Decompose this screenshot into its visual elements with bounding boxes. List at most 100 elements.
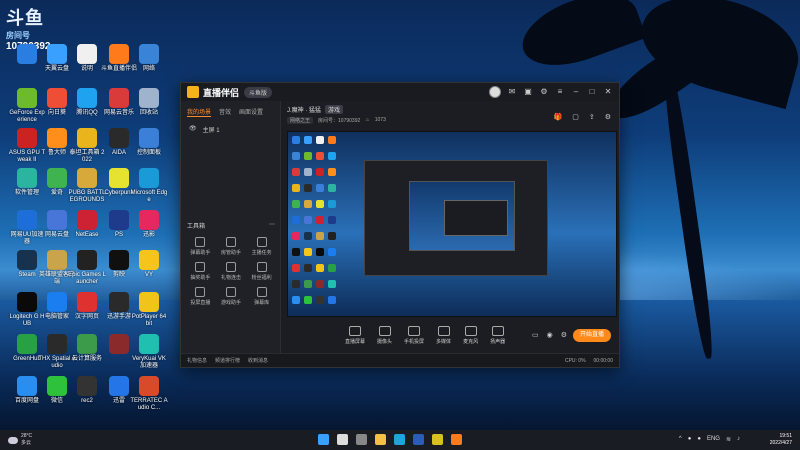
settings-icon[interactable]: ⚙ (539, 87, 549, 97)
douyu-icon[interactable] (451, 434, 462, 445)
menu-icon[interactable]: ≡ (555, 87, 565, 97)
preview-mini-icon (292, 296, 300, 304)
room-title[interactable]: J.魔神 · 猛猛 (287, 105, 321, 114)
windows-start-icon[interactable] (318, 434, 329, 445)
gear-icon[interactable]: ⚙ (561, 331, 567, 339)
camera-icon[interactable]: ▭ (532, 331, 539, 339)
message-icon[interactable]: ✉ (507, 87, 517, 97)
preview-mini-icon (304, 264, 312, 272)
gift-icon[interactable]: 🎁 (554, 113, 563, 121)
source-button[interactable]: 多媒体 (436, 325, 452, 345)
room-category-tag[interactable]: 游戏 (325, 105, 344, 114)
toolbox-item[interactable]: 粉丝福利 (246, 262, 277, 281)
app-icon (77, 44, 97, 64)
source-label: 多媒体 (436, 338, 452, 345)
toolbox-more-icon[interactable]: ⋯ (269, 221, 275, 230)
weather-widget[interactable]: 28°C 多云 (8, 433, 32, 447)
desktop-icon[interactable]: VY (130, 250, 168, 279)
store-icon[interactable] (413, 434, 424, 445)
room-action-icons: 🎁 ▢ ⇪ ⚙ (554, 113, 612, 121)
start-live-button[interactable]: 开始直播 (573, 329, 611, 342)
app-icon (17, 250, 37, 270)
wifi-icon[interactable]: ≋ (726, 436, 731, 443)
screen-icon[interactable]: ▢ (572, 113, 579, 121)
source-button[interactable]: 麦克风 (463, 325, 478, 345)
tray-lang[interactable]: ENG (707, 436, 720, 443)
preview-nested-desktop (409, 181, 515, 251)
eye-preview-icon[interactable]: ◉ (547, 331, 553, 339)
tool-icon (195, 287, 206, 297)
toolbox-item[interactable]: 礼物连击 (216, 262, 247, 281)
app-icon (139, 376, 159, 396)
desktop-icon[interactable]: Microsoft Edge (130, 168, 168, 204)
file-explorer-icon[interactable] (375, 434, 386, 445)
status-bar: 礼物信息 频道排行榜 收到消息 CPU: 0% 00:00:00 (181, 353, 619, 367)
desktop-icon[interactable]: 迅影 (130, 210, 168, 239)
desktop-icon[interactable]: VeryKuai VK 加速器 (130, 334, 168, 370)
source-button[interactable]: 直播屏幕 (345, 325, 365, 345)
source-icon (464, 325, 477, 336)
tray-chevron-icon[interactable]: ^ (679, 436, 682, 443)
app-icon (139, 168, 159, 188)
version-badge[interactable]: 斗鱼版 (244, 86, 273, 98)
live-preview[interactable] (287, 131, 617, 317)
app-icon (109, 88, 129, 108)
avatar[interactable] (489, 86, 501, 98)
speaker-icon[interactable]: ♪ (737, 436, 740, 443)
app-icon (17, 210, 37, 230)
app-icon (139, 334, 159, 354)
source-button[interactable]: 手机投屏 (404, 325, 424, 345)
desktop-icon[interactable]: PotPlayer 64 bit (130, 292, 168, 328)
toolbox-item[interactable]: 弹幕助手 (185, 237, 216, 256)
status-message[interactable]: 收到消息 (248, 357, 268, 364)
app-titlebar[interactable]: 直播伴侣 斗鱼版 ✉ ▣ ⚙ ≡ – □ ✕ (181, 83, 619, 101)
preview-mini-icon (316, 184, 324, 192)
clock[interactable]: 19:51 2022/4/27 (770, 433, 792, 447)
desktop-icon[interactable]: 控制面板 (130, 128, 168, 157)
eye-icon[interactable]: 👁 (189, 125, 197, 134)
preview-mini-icon (292, 264, 300, 272)
status-ranking[interactable]: 频道排行榜 (215, 357, 240, 364)
tab-sound-effects[interactable]: 音效 (219, 107, 231, 117)
source-button[interactable]: 扬声器 (490, 325, 506, 345)
edge-icon[interactable] (394, 434, 405, 445)
maximize-icon[interactable]: □ (587, 87, 597, 97)
toolbox-item[interactable]: 投屏直播 (185, 287, 216, 306)
search-icon[interactable] (337, 434, 348, 445)
toolbox-item[interactable]: 房管助手 (216, 237, 247, 256)
live-companion-window[interactable]: 直播伴侣 斗鱼版 ✉ ▣ ⚙ ≡ – □ ✕ 我的场景 音效 画面设置 👁 主屏… (180, 82, 620, 368)
app-icon (77, 128, 97, 148)
room-chip[interactable]: 网络之王 (287, 117, 314, 124)
tab-display-settings[interactable]: 画面设置 (239, 107, 263, 117)
source-label: 扬声器 (490, 338, 506, 345)
status-gift-info[interactable]: 礼物信息 (187, 357, 207, 364)
app-icon (77, 376, 97, 396)
tab-my-scenes[interactable]: 我的场景 (187, 107, 212, 117)
taskbar-apps (318, 434, 462, 445)
tray-app-icon[interactable]: ● (688, 436, 692, 443)
desktop-icon[interactable]: TERRATEC Audio C... (130, 376, 168, 412)
desktop-icon[interactable]: 网络 (130, 44, 168, 73)
toolbox-item[interactable]: 弹幕库 (246, 287, 277, 306)
share-icon[interactable]: ⇪ (589, 113, 595, 121)
desktop-icon[interactable]: 回收站 (130, 88, 168, 117)
task-view-icon[interactable] (356, 434, 367, 445)
toolbox-item[interactable]: 游戏助手 (216, 287, 247, 306)
toolbox-item[interactable]: 抽奖助手 (185, 262, 216, 281)
close-icon[interactable]: ✕ (603, 87, 613, 97)
mail-icon[interactable]: ▣ (523, 87, 533, 97)
preview-mini-icon (304, 248, 312, 256)
scene-item[interactable]: 👁 主屏 1 (181, 119, 280, 140)
bottom-right-icons: ▭ ◉ ⚙ (532, 331, 567, 339)
source-button[interactable]: 摄像头 (377, 325, 392, 345)
toolbox-item[interactable]: 主播任务 (246, 237, 277, 256)
weather-temp: 28°C (21, 433, 33, 439)
tray-app-icon[interactable]: ● (697, 436, 701, 443)
more-settings-icon[interactable]: ⚙ (605, 113, 611, 121)
app-icon (47, 250, 67, 270)
preview-mini-icon (316, 152, 324, 160)
cloud-icon (8, 436, 18, 444)
app-icon (109, 210, 129, 230)
minimize-icon[interactable]: – (571, 87, 581, 97)
game-icon[interactable] (432, 434, 443, 445)
